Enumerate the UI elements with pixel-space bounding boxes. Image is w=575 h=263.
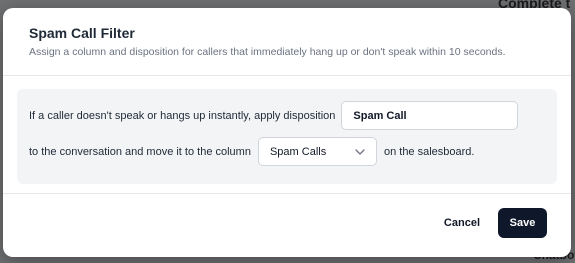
chevron-down-icon (355, 148, 365, 155)
footer-divider (3, 193, 571, 194)
save-button[interactable]: Save (498, 208, 547, 238)
cancel-button[interactable]: Cancel (444, 217, 480, 229)
column-row: to the conversation and move it to the c… (29, 137, 474, 166)
disposition-label: If a caller doesn't speak or hangs up in… (29, 109, 336, 122)
column-label-after: on the salesboard. (383, 145, 475, 158)
disposition-input[interactable] (341, 101, 519, 130)
spam-call-filter-modal: Spam Call Filter Assign a column and dis… (3, 8, 571, 257)
column-label-before: to the conversation and move it to the c… (29, 145, 251, 158)
modal-title: Spam Call Filter (29, 25, 135, 41)
modal-footer: Cancel Save (444, 208, 547, 238)
modal-subtitle: Assign a column and disposition for call… (29, 46, 506, 58)
modal-header: Spam Call Filter Assign a column and dis… (3, 8, 571, 76)
column-select[interactable]: Spam Calls (257, 137, 377, 166)
settings-panel: If a caller doesn't speak or hangs up in… (17, 89, 557, 184)
column-select-value: Spam Calls (269, 145, 327, 158)
disposition-row: If a caller doesn't speak or hangs up in… (29, 101, 519, 130)
